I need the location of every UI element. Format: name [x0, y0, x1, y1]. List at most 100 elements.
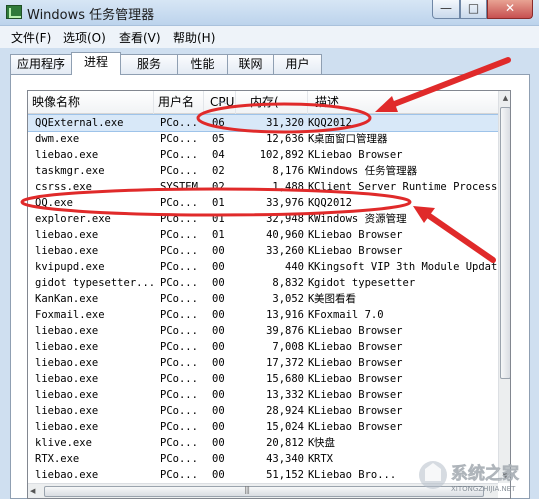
table-row[interactable]: liebao.exe PCo... 00 7,008 K Liebao Browser — [28, 339, 498, 355]
table-row[interactable]: dwm.exe PCo... 05 12,636 K 桌面窗口管理器 — [28, 131, 498, 147]
table-row[interactable]: QQ.exe PCo... 01 33,976 K QQ2012 — [28, 195, 498, 211]
process-name: liebao.exe — [35, 149, 99, 161]
process-memory: 102,892 — [259, 149, 304, 161]
process-user: PCo... — [160, 421, 198, 433]
table-row[interactable]: gidot typesetter... PCo... 00 8,832 Kgidot t… — [28, 275, 498, 291]
svg-text:系统之家: 系统之家 — [451, 463, 519, 484]
process-description: Liebao Browser — [314, 405, 403, 417]
process-name: RTX.exe — [35, 453, 80, 465]
process-user: PCo... — [160, 373, 198, 385]
table-row[interactable]: KanKan.exe PCo... 00 3,052 K 美图看看 — [28, 291, 498, 307]
table-row[interactable]: liebao.exe PCo... 00 17,372 K Liebao Browser — [28, 355, 498, 371]
process-description: Liebao Browser — [314, 389, 403, 401]
process-name: dwm.exe — [35, 133, 80, 145]
menu-view[interactable]: 查看(V) — [119, 29, 161, 46]
process-name: QQExternal.exe — [35, 117, 124, 129]
scroll-up-icon[interactable]: ▲ — [499, 91, 510, 105]
process-name: kvipupd.exe — [35, 261, 105, 273]
process-description: Liebao Browser — [314, 373, 403, 385]
table-row[interactable]: taskmgr.exe PCo... 02 8,176 K Windows 任务管理器 — [28, 163, 498, 179]
minimize-button[interactable]: — — [432, 0, 460, 19]
process-memory: 43,340 — [266, 453, 304, 465]
process-user: PCo... — [160, 261, 198, 273]
vertical-scrollbar[interactable]: ▲ ▼ — [498, 91, 510, 483]
process-description: Liebao Browser — [314, 357, 403, 369]
tab-users[interactable]: 用户 — [273, 54, 322, 74]
process-name: liebao.exe — [35, 373, 99, 385]
process-cpu: 00 — [212, 341, 225, 353]
process-cpu: 00 — [212, 309, 225, 321]
table-row[interactable]: QQExternal.exe PCo... 06 31,320 K QQ2012 — [28, 114, 499, 132]
sort-arrow-icon: ︿ — [218, 96, 226, 105]
table-row[interactable]: liebao.exe PCo... 00 33,260 K Liebao Browser — [28, 243, 498, 259]
table-row[interactable]: liebao.exe PCo... 00 28,924 K Liebao Browser — [28, 403, 498, 419]
process-cpu: 00 — [212, 261, 225, 273]
column-image-name[interactable]: 映像名称 — [28, 91, 154, 114]
title-bar[interactable]: Windows 任务管理器 — □ ✕ — [0, 0, 539, 26]
process-memory: 15,680 — [266, 373, 304, 385]
process-name: liebao.exe — [35, 421, 99, 433]
process-description: 快盘 — [314, 437, 335, 449]
tab-performance[interactable]: 性能 — [177, 54, 228, 74]
menu-options[interactable]: 选项(O) — [63, 29, 106, 46]
tab-networking[interactable]: 联网 — [227, 54, 274, 74]
process-user: PCo... — [160, 229, 198, 241]
process-description: QQ2012 — [314, 197, 352, 209]
table-row[interactable]: liebao.exe PCo... 01 40,960 K Liebao Browser — [28, 227, 498, 243]
process-user: PCo... — [160, 341, 198, 353]
menu-help[interactable]: 帮助(H) — [173, 29, 215, 46]
table-row[interactable]: kvipupd.exe PCo... 00 440 K Kingsoft VIP 3th … — [28, 259, 498, 275]
process-cpu: 06 — [212, 117, 225, 129]
process-memory: 17,372 — [266, 357, 304, 369]
process-memory: 8,832 — [272, 277, 304, 289]
tab-processes[interactable]: 进程 — [71, 52, 121, 75]
vertical-scroll-thumb[interactable] — [500, 107, 510, 379]
table-row[interactable]: explorer.exe PCo... 01 32,948 K Windows 资源管理 — [28, 211, 498, 227]
process-user: PCo... — [160, 389, 198, 401]
process-memory: 13,916 — [266, 309, 304, 321]
process-user: PCo... — [160, 453, 198, 465]
process-user: PCo... — [160, 405, 198, 417]
process-cpu: 00 — [212, 277, 225, 289]
process-user: PCo... — [160, 165, 198, 177]
process-memory: 3,052 — [272, 293, 304, 305]
close-button[interactable]: ✕ — [487, 0, 533, 19]
process-memory: 20,812 — [266, 437, 304, 449]
process-cpu: 00 — [212, 245, 225, 257]
tab-applications[interactable]: 应用程序 — [10, 54, 72, 74]
menu-file[interactable]: 文件(F) — [11, 29, 51, 46]
menu-bar: 文件(F) 选项(O) 查看(V) 帮助(H) — [0, 26, 539, 48]
table-row[interactable]: liebao.exe PCo... 00 15,680 K Liebao Browser — [28, 371, 498, 387]
table-row[interactable]: liebao.exe PCo... 00 39,876 K Liebao Browser — [28, 323, 498, 339]
process-name: liebao.exe — [35, 245, 99, 257]
column-user-name[interactable]: 用户名 — [154, 91, 204, 114]
process-name: liebao.exe — [35, 405, 99, 417]
process-description: Liebao Browser — [314, 325, 403, 337]
maximize-button[interactable]: □ — [460, 0, 487, 19]
process-name: Foxmail.exe — [35, 309, 105, 321]
process-memory: 33,976 — [266, 197, 304, 209]
column-memory[interactable]: 内存( — [236, 91, 308, 114]
process-cpu: 01 — [212, 229, 225, 241]
process-memory: 33,260 — [266, 245, 304, 257]
column-cpu[interactable]: ︿ CPU — [204, 91, 236, 114]
process-description: Liebao Browser — [314, 229, 403, 241]
table-row[interactable]: liebao.exe PCo... 04 102,892 K Liebao Browser — [28, 147, 498, 163]
list-header: 映像名称 用户名 ︿ CPU 内存( 描述 — [28, 91, 498, 114]
table-row[interactable]: liebao.exe PCo... 00 13,332 K Liebao Browser — [28, 387, 498, 403]
svg-text:XITONGZHIJIA.NET: XITONGZHIJIA.NET — [451, 485, 516, 493]
scroll-left-icon[interactable]: ◀ — [30, 484, 35, 498]
process-user: SYSTEM — [160, 181, 198, 193]
process-user: PCo... — [160, 133, 198, 145]
process-list[interactable]: 映像名称 用户名 ︿ CPU 内存( 描述 QQExternal.exe PCo.… — [27, 90, 511, 499]
table-row[interactable]: csrss.exe SYSTEM 02 1,488 K Client Server Run… — [28, 179, 498, 195]
process-cpu: 00 — [212, 421, 225, 433]
process-cpu: 00 — [212, 389, 225, 401]
tab-services[interactable]: 服务 — [120, 54, 178, 74]
column-description[interactable]: 描述 — [308, 91, 498, 114]
table-row[interactable]: klive.exe PCo... 00 20,812 K 快盘 — [28, 435, 498, 451]
table-row[interactable]: Foxmail.exe PCo... 00 13,916 K Foxmail 7.0 — [28, 307, 498, 323]
table-row[interactable]: liebao.exe PCo... 00 15,024 K Liebao Browser — [28, 419, 498, 435]
process-user: PCo... — [160, 325, 198, 337]
process-cpu: 02 — [212, 181, 225, 193]
